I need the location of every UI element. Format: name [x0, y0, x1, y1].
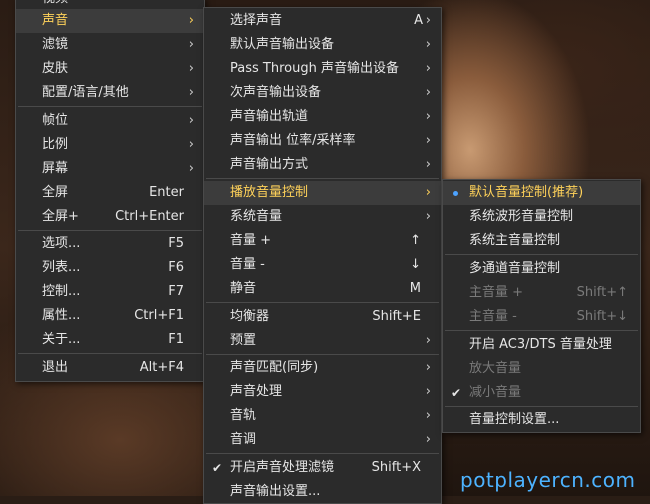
chevron-right-icon: › [425, 109, 431, 124]
menu-item-properties[interactable]: 属性... Ctrl+F1 [16, 304, 204, 328]
menu-item-fullscreen-plus[interactable]: 全屏+ Ctrl+Enter [16, 205, 204, 229]
main-context-menu: 视频 声音 › 滤镜 › 皮肤 › 配置/语言/其他 › 帧位 › 比例 › 屏… [15, 0, 205, 382]
menu-item-fullscreen[interactable]: 全屏 Enter [16, 181, 204, 205]
chevron-right-icon: › [188, 137, 194, 152]
menu-item-sound-processing[interactable]: 声音处理 › [204, 380, 441, 404]
menu-item-pitch[interactable]: 音调 › [204, 428, 441, 452]
menu-item-sound[interactable]: 声音 › [16, 9, 204, 33]
chevron-right-icon: › [425, 13, 431, 28]
menu-item-output-bitrate[interactable]: 声音输出 位率/采样率 › [204, 129, 441, 153]
menu-item-output-mode[interactable]: 声音输出方式 › [204, 153, 441, 177]
sound-submenu: 选择声音 A › 默认声音输出设备 › Pass Through 声音输出设备 … [203, 7, 442, 504]
chevron-right-icon: › [188, 113, 194, 128]
chevron-right-icon: › [425, 61, 431, 76]
chevron-right-icon: › [425, 360, 431, 375]
chevron-right-icon: › [188, 13, 194, 28]
menu-item-skin[interactable]: 皮肤 › [16, 57, 204, 81]
menu-separator [206, 354, 439, 355]
menu-item-master-volume[interactable]: 系统主音量控制 [443, 229, 640, 253]
menu-item-sound-sync[interactable]: 声音匹配(同步) › [204, 356, 441, 380]
menu-item-default-volume[interactable]: 默认音量控制(推荐) [443, 181, 640, 205]
menu-item-master-down[interactable]: 主音量 - Shift+↓ [443, 305, 640, 329]
menu-item-default-output[interactable]: 默认声音输出设备 › [204, 33, 441, 57]
menu-item-options[interactable]: 选项... F5 [16, 232, 204, 256]
chevron-right-icon: › [425, 408, 431, 423]
menu-separator [445, 330, 638, 331]
menu-item-filters[interactable]: 滤镜 › [16, 33, 204, 57]
menu-item-secondary-output[interactable]: 次声音输出设备 › [204, 81, 441, 105]
checkmark-icon: ✔ [451, 386, 462, 400]
menu-item-sound-filter[interactable]: ✔ 开启声音处理滤镜 Shift+X [204, 456, 441, 480]
menu-item-playlist[interactable]: 列表... F6 [16, 256, 204, 280]
menu-item-volume-down[interactable]: 音量 - ↓ [204, 253, 441, 277]
menu-item-exit[interactable]: 退出 Alt+F4 [16, 356, 204, 380]
chevron-right-icon: › [425, 333, 431, 348]
menu-item-master-up[interactable]: 主音量 + Shift+↑ [443, 281, 640, 305]
chevron-right-icon: › [425, 209, 431, 224]
menu-separator [18, 353, 202, 354]
menu-item-reduce[interactable]: ✔ 减小音量 [443, 381, 640, 405]
menu-item-ac3-dts[interactable]: 开启 AC3/DTS 音量处理 [443, 333, 640, 357]
menu-item-frame[interactable]: 帧位 › [16, 109, 204, 133]
menu-separator [18, 106, 202, 107]
volume-control-submenu: 默认音量控制(推荐) 系统波形音量控制 系统主音量控制 多通道音量控制 主音量 … [442, 179, 641, 433]
menu-item-volume-up[interactable]: 音量 + ↑ [204, 229, 441, 253]
menu-item-volume-settings[interactable]: 音量控制设置... [443, 408, 640, 432]
chevron-right-icon: › [425, 85, 431, 100]
chevron-right-icon: › [188, 161, 194, 176]
menu-item-screen[interactable]: 屏幕 › [16, 157, 204, 181]
menu-item-pass-through[interactable]: Pass Through 声音输出设备 › [204, 57, 441, 81]
menu-item-about[interactable]: 关于... F1 [16, 328, 204, 352]
chevron-right-icon: › [188, 61, 194, 76]
menu-item-audio-track[interactable]: 音轨 › [204, 404, 441, 428]
menu-item-volume-control[interactable]: 播放音量控制 › [204, 181, 441, 205]
radio-dot-icon [453, 191, 458, 196]
chevron-right-icon: › [425, 157, 431, 172]
menu-item-select-sound[interactable]: 选择声音 A › [204, 9, 441, 33]
menu-separator [206, 453, 439, 454]
menu-item-mute[interactable]: 静音 M [204, 277, 441, 301]
chevron-right-icon: › [425, 37, 431, 52]
chevron-right-icon: › [188, 37, 194, 52]
menu-separator [445, 406, 638, 407]
menu-item-ratio[interactable]: 比例 › [16, 133, 204, 157]
chevron-right-icon: › [425, 432, 431, 447]
chevron-right-icon: › [425, 384, 431, 399]
watermark-text: potplayercn.com [460, 468, 636, 492]
menu-item-output-track[interactable]: 声音输出轨道 › [204, 105, 441, 129]
menu-separator [18, 230, 202, 231]
chevron-right-icon: › [425, 133, 431, 148]
chevron-right-icon: › [188, 85, 194, 100]
checkmark-icon: ✔ [212, 461, 223, 475]
menu-item-amplify[interactable]: 放大音量 [443, 357, 640, 381]
menu-separator [445, 254, 638, 255]
menu-item-multichannel-volume[interactable]: 多通道音量控制 [443, 257, 640, 281]
menu-item-system-volume[interactable]: 系统音量 › [204, 205, 441, 229]
menu-item-output-settings[interactable]: 声音输出设置... [204, 480, 441, 504]
menu-separator [206, 302, 439, 303]
menu-item-equalizer[interactable]: 均衡器 Shift+E [204, 305, 441, 329]
menu-item-control[interactable]: 控制... F7 [16, 280, 204, 304]
menu-item-wave-volume[interactable]: 系统波形音量控制 [443, 205, 640, 229]
menu-item-config[interactable]: 配置/语言/其他 › [16, 81, 204, 105]
chevron-right-icon: › [425, 185, 431, 200]
menu-separator [206, 178, 439, 179]
menu-item-presets[interactable]: 预置 › [204, 329, 441, 353]
